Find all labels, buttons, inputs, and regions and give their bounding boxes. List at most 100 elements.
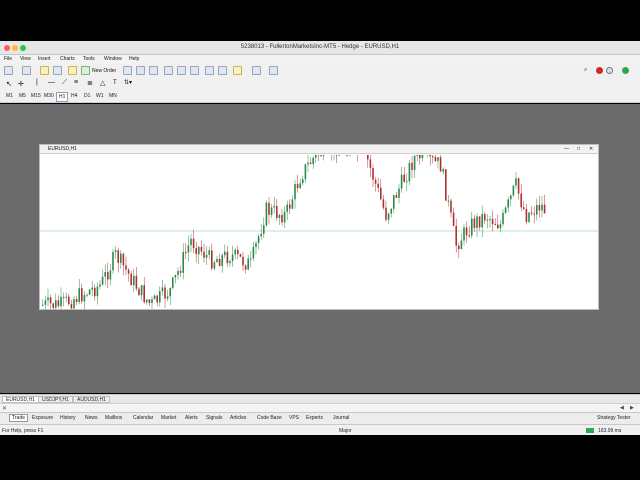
tab-experts[interactable]: Experts bbox=[306, 415, 323, 421]
arrows-icon[interactable]: ⇅▾ bbox=[124, 79, 132, 86]
chart-window[interactable]: EURUSD,H1 — □ ✕ bbox=[39, 144, 599, 310]
auto-scroll-icon[interactable] bbox=[205, 66, 214, 75]
chart-close-button[interactable]: ✕ bbox=[589, 146, 593, 152]
timeframe-d1[interactable]: D1 bbox=[82, 92, 92, 100]
timeframe-h4[interactable]: H4 bbox=[69, 92, 79, 100]
candle-body bbox=[112, 252, 114, 271]
candle-body bbox=[247, 258, 249, 270]
candle-body bbox=[73, 299, 75, 309]
chart-tab-audusd[interactable]: AUDUSD,H1 bbox=[73, 396, 110, 403]
vertical-line-icon[interactable]: | bbox=[36, 79, 38, 86]
navigator-icon[interactable] bbox=[53, 66, 62, 75]
periods-icon[interactable] bbox=[252, 66, 261, 75]
tile-windows-icon[interactable] bbox=[190, 66, 199, 75]
profiles-icon[interactable] bbox=[22, 66, 31, 75]
new-order-button[interactable]: New Order bbox=[92, 68, 116, 74]
candle-body bbox=[120, 253, 122, 263]
channel-icon[interactable]: ≡ bbox=[74, 79, 78, 86]
tab-signals[interactable]: Signals bbox=[206, 415, 222, 421]
cursor-icon[interactable]: ↖ bbox=[6, 80, 12, 88]
indicators-icon[interactable] bbox=[233, 66, 242, 75]
notification-icon[interactable] bbox=[596, 67, 603, 74]
tab-articles[interactable]: Articles bbox=[230, 415, 246, 421]
new-chart-icon[interactable] bbox=[4, 66, 13, 75]
menu-file[interactable]: File bbox=[4, 56, 12, 62]
menu-view[interactable]: View bbox=[20, 56, 31, 62]
chart-minimize-button[interactable]: — bbox=[564, 146, 569, 152]
search-icon[interactable]: ⌕ bbox=[584, 67, 587, 74]
candle-body bbox=[281, 214, 283, 223]
timeframe-mn[interactable]: MN bbox=[107, 92, 119, 100]
candle-body bbox=[216, 258, 218, 263]
candle-body bbox=[255, 243, 257, 247]
timeframe-m30[interactable]: M30 bbox=[42, 92, 56, 100]
market-watch-icon[interactable] bbox=[40, 66, 49, 75]
crosshair-icon[interactable]: ✛ bbox=[18, 80, 24, 88]
line-chart-icon[interactable] bbox=[149, 66, 158, 75]
menu-window[interactable]: Window bbox=[104, 56, 122, 62]
chart-tab-eurusd[interactable]: EURUSD,H1 bbox=[2, 396, 39, 403]
menu-charts[interactable]: Charts bbox=[60, 56, 75, 62]
new-order-icon[interactable] bbox=[81, 66, 90, 75]
chart-shift-icon[interactable] bbox=[218, 66, 227, 75]
candle-body bbox=[510, 195, 512, 200]
chart-tab-usdjpy[interactable]: USDJPY,H1 bbox=[38, 396, 73, 403]
chart-window-title-bar[interactable]: EURUSD,H1 — □ ✕ bbox=[40, 145, 598, 154]
templates-icon[interactable] bbox=[269, 66, 278, 75]
menu-tools[interactable]: Tools bbox=[83, 56, 95, 62]
candle-body bbox=[104, 272, 106, 277]
candle-body bbox=[390, 208, 392, 214]
shapes-icon[interactable]: △ bbox=[100, 79, 105, 87]
candle-body bbox=[486, 219, 489, 221]
timeframe-m5[interactable]: M5 bbox=[17, 92, 28, 100]
chart-restore-button[interactable]: □ bbox=[577, 146, 580, 152]
tab-vps[interactable]: VPS bbox=[289, 415, 299, 421]
candle-body bbox=[494, 224, 496, 226]
candle-body bbox=[57, 300, 60, 307]
tab-history[interactable]: History bbox=[60, 415, 76, 421]
menu-help[interactable]: Help bbox=[129, 56, 139, 62]
bar-chart-icon[interactable] bbox=[123, 66, 132, 75]
candle-body bbox=[252, 246, 255, 259]
tab-code-base[interactable]: Code Base bbox=[257, 415, 282, 421]
candle-body bbox=[374, 179, 377, 184]
candle-body bbox=[270, 207, 273, 215]
tab-news[interactable]: News bbox=[85, 415, 98, 421]
timeframe-m1[interactable]: M1 bbox=[4, 92, 15, 100]
tab-alerts[interactable]: Alerts bbox=[185, 415, 198, 421]
candle-body bbox=[164, 287, 166, 299]
candle-body bbox=[88, 289, 91, 295]
price-chart[interactable] bbox=[40, 155, 598, 309]
horizontal-line-icon[interactable]: — bbox=[48, 79, 55, 86]
candle-body bbox=[499, 224, 502, 229]
zoom-out-icon[interactable] bbox=[177, 66, 186, 75]
timeframe-m15[interactable]: M15 bbox=[29, 92, 43, 100]
tab-mailbox[interactable]: Mailbox bbox=[105, 415, 122, 421]
zoom-in-icon[interactable] bbox=[164, 66, 173, 75]
scroll-right-icon[interactable]: ▶ bbox=[630, 405, 634, 411]
tab-calendar[interactable]: Calendar bbox=[133, 415, 153, 421]
timeframe-w1[interactable]: W1 bbox=[94, 92, 106, 100]
menu-insert[interactable]: Insert bbox=[38, 56, 51, 62]
tab-exposure[interactable]: Exposure bbox=[32, 415, 53, 421]
candlestick-chart-icon[interactable] bbox=[136, 66, 145, 75]
candle-body bbox=[473, 218, 476, 228]
candle-body bbox=[507, 199, 509, 208]
tab-journal[interactable]: Journal bbox=[333, 415, 349, 421]
strategy-tester-button[interactable]: Strategy Tester bbox=[597, 415, 631, 421]
candle-body bbox=[312, 157, 314, 164]
trendline-icon[interactable]: ⟋ bbox=[62, 79, 67, 87]
scroll-left-icon[interactable]: ◀ bbox=[620, 405, 624, 411]
account-icon[interactable] bbox=[606, 67, 613, 74]
candle-body bbox=[99, 284, 101, 287]
candle-body bbox=[268, 202, 270, 215]
tab-trade[interactable]: Trade bbox=[9, 414, 28, 422]
candle-body bbox=[299, 183, 301, 189]
fibonacci-icon[interactable]: ≣ bbox=[87, 79, 93, 87]
text-icon[interactable]: T bbox=[113, 80, 117, 86]
candle-body bbox=[286, 204, 288, 212]
algo-trading-icon[interactable] bbox=[68, 66, 77, 75]
timeframe-h1[interactable]: H1 bbox=[56, 92, 69, 102]
tab-market[interactable]: Market bbox=[161, 415, 176, 421]
toolbox-close-icon[interactable]: ✕ bbox=[2, 405, 7, 412]
